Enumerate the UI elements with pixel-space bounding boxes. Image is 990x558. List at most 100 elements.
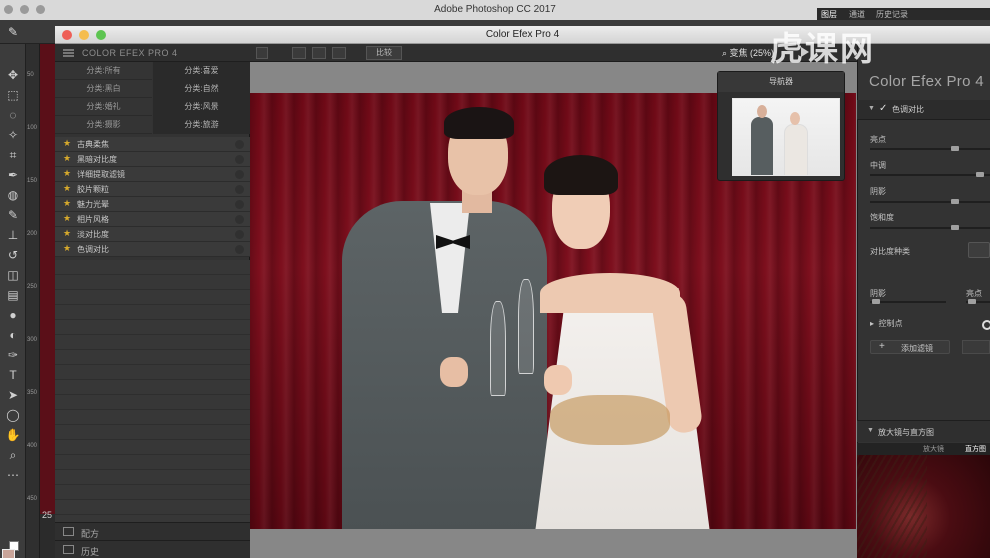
contrast-type-select[interactable] <box>968 242 990 258</box>
star-icon[interactable]: ★ <box>63 243 71 254</box>
star-icon[interactable]: ★ <box>63 213 71 224</box>
filter-section-header[interactable]: ▼ ✓ 色调对比 <box>857 100 990 120</box>
recipes-icon <box>63 527 74 536</box>
chevron-down-icon[interactable]: ▼ <box>867 427 874 434</box>
filter-item[interactable]: ★ 胶片颗粒 <box>55 182 250 197</box>
navigator-thumbnail[interactable] <box>732 98 840 176</box>
tab-channels[interactable]: 通道 <box>849 9 865 20</box>
midtones-slider[interactable] <box>870 172 990 177</box>
slider-knob[interactable] <box>951 225 959 230</box>
slider-knob[interactable] <box>968 299 976 304</box>
filter-item[interactable]: ★ 色调对比 <box>55 242 250 257</box>
saturation-slider[interactable] <box>870 225 990 230</box>
tab-layers[interactable]: 图层 <box>821 9 837 20</box>
tab-history[interactable]: 历史记录 <box>876 9 908 20</box>
history-brush-icon[interactable]: ↺ <box>4 246 22 264</box>
compare-button[interactable]: 比较 <box>366 46 402 60</box>
pen-tool-icon[interactable]: ✑ <box>4 346 22 364</box>
slider-knob[interactable] <box>951 199 959 204</box>
control-point-toggle[interactable] <box>982 320 990 330</box>
chevron-down-icon[interactable]: ▼ <box>868 105 875 112</box>
type-tool-icon[interactable]: T <box>4 366 22 384</box>
foreground-color-swatch[interactable] <box>2 549 15 558</box>
healing-tool-icon[interactable]: ◍ <box>4 186 22 204</box>
gradient-icon[interactable]: ▤ <box>4 286 22 304</box>
favorite-toggle[interactable] <box>235 185 244 194</box>
more-tools-icon[interactable]: ⋯ <box>4 466 22 484</box>
category-favorites[interactable]: 分类:喜爱 <box>153 62 250 80</box>
lasso-tool-icon[interactable]: ◌ <box>4 106 22 124</box>
settings-brand: Color Efex Pro 4 <box>869 73 984 90</box>
blur-tool-icon[interactable]: ● <box>4 306 22 324</box>
protect-highlights-slider[interactable] <box>966 299 990 304</box>
shadows-slider[interactable] <box>870 199 990 204</box>
slider-knob[interactable] <box>976 172 984 177</box>
category-bw[interactable]: 分类:黑白 <box>55 80 152 98</box>
filter-item[interactable]: ★ 淡对比度 <box>55 227 250 242</box>
protect-shadows-slider[interactable] <box>870 299 946 304</box>
chevron-right-icon[interactable]: ▸ <box>870 319 874 328</box>
favorite-toggle[interactable] <box>235 215 244 224</box>
category-all[interactable]: 分类:所有 <box>55 62 152 80</box>
history-button[interactable]: 历史 <box>55 540 250 558</box>
hand-tool-icon[interactable]: ✋ <box>4 426 22 444</box>
star-icon[interactable]: ★ <box>63 168 71 179</box>
star-icon[interactable]: ★ <box>63 138 71 149</box>
filter-item[interactable]: ★ 古典柔焦 <box>55 137 250 152</box>
control-points-row[interactable]: ▸ 控制点 <box>870 318 902 329</box>
magic-wand-icon[interactable]: ✧ <box>4 126 22 144</box>
secondary-button[interactable] <box>962 340 990 354</box>
brand-label: COLOR EFEX PRO 4 <box>82 48 178 58</box>
star-icon[interactable]: ★ <box>63 228 71 239</box>
single-view-button[interactable] <box>292 47 306 59</box>
add-filter-button[interactable]: + 添加滤镜 <box>870 340 950 354</box>
stamp-tool-icon[interactable]: ⊥ <box>4 226 22 244</box>
category-nature[interactable]: 分类:自然 <box>153 80 250 98</box>
filter-item[interactable]: ★ 详细提取滤镜 <box>55 167 250 182</box>
ruler-tick-label: 50 <box>27 72 34 78</box>
star-icon[interactable]: ★ <box>63 198 71 209</box>
menu-icon[interactable] <box>63 49 74 57</box>
split-view-button[interactable] <box>312 47 326 59</box>
eyedropper-icon[interactable]: ✒ <box>4 166 22 184</box>
toggle-browser-button[interactable] <box>256 47 268 59</box>
dodge-tool-icon[interactable]: ◐ <box>4 326 22 344</box>
highlights-slider[interactable] <box>870 146 990 151</box>
category-photography[interactable]: 分类:摄影 <box>55 116 152 134</box>
favorite-toggle[interactable] <box>235 170 244 179</box>
favorite-toggle[interactable] <box>235 200 244 209</box>
category-travel[interactable]: 分类:旅游 <box>153 116 250 134</box>
star-icon[interactable]: ★ <box>63 183 71 194</box>
slider-knob[interactable] <box>951 146 959 151</box>
category-wedding[interactable]: 分类:婚礼 <box>55 98 152 116</box>
side-by-side-button[interactable] <box>332 47 346 59</box>
brush-tool-icon[interactable]: ✎ <box>4 206 22 224</box>
check-icon[interactable]: ✓ <box>879 103 887 114</box>
slider-knob[interactable] <box>872 299 880 304</box>
tab-histogram[interactable]: 直方图 <box>965 444 986 454</box>
plus-icon: + <box>879 341 885 352</box>
eraser-icon[interactable]: ◫ <box>4 266 22 284</box>
navigator-panel[interactable]: 导航器 <box>717 71 845 181</box>
zoom-control[interactable]: ⌕ 变焦 (25%) <box>722 46 774 60</box>
zoom-tool-icon[interactable]: ⌕ <box>4 446 22 464</box>
crop-tool-icon[interactable]: ⌗ <box>4 146 22 164</box>
favorite-toggle[interactable] <box>235 245 244 254</box>
brush-icon[interactable]: ✎ <box>8 25 24 39</box>
loupe-section-header[interactable]: ▼ 放大镜与直方图 <box>857 420 990 442</box>
filter-label: 胶片颗粒 <box>77 185 109 194</box>
favorite-toggle[interactable] <box>235 155 244 164</box>
favorite-toggle[interactable] <box>235 140 244 149</box>
tab-loupe[interactable]: 放大镜 <box>923 444 944 454</box>
recipes-button[interactable]: 配方 <box>55 522 250 540</box>
filter-item[interactable]: ★ 魅力光晕 <box>55 197 250 212</box>
category-landscape[interactable]: 分类:风景 <box>153 98 250 116</box>
shape-tool-icon[interactable]: ◯ <box>4 406 22 424</box>
star-icon[interactable]: ★ <box>63 153 71 164</box>
move-tool-icon[interactable]: ✥ <box>4 66 22 84</box>
path-select-icon[interactable]: ➤ <box>4 386 22 404</box>
filter-item[interactable]: ★ 黑暗对比度 <box>55 152 250 167</box>
marquee-tool-icon[interactable]: ⬚ <box>4 86 22 104</box>
favorite-toggle[interactable] <box>235 230 244 239</box>
filter-item[interactable]: ★ 相片风格 <box>55 212 250 227</box>
